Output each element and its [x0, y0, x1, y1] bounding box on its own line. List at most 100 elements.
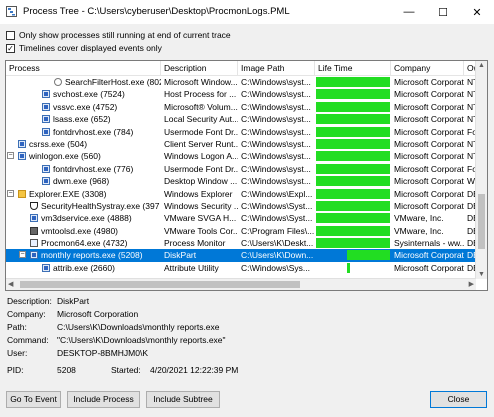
process-icon: [42, 127, 50, 136]
process-cell: fontdrvhost.exe (784): [6, 126, 161, 138]
image-path-cell: C:\Windows\syst...: [241, 89, 311, 100]
process-row[interactable]: vmtoolsd.exe (4980) VMware Tools Cor... C:…: [6, 225, 476, 237]
close-window-button[interactable]: ✕: [460, 0, 494, 24]
process-cell: fontdrvhost.exe (776): [6, 163, 161, 175]
description-cell: Client Server Runt...: [164, 138, 238, 149]
image-path-cell: C:\Users\K\Deskt...: [241, 238, 314, 249]
process-cell: dwm.exe (968): [6, 175, 161, 187]
process-row[interactable]: lsass.exe (652) Local Security Aut... C:\W…: [6, 113, 476, 125]
horizontal-scroll-thumb[interactable]: [20, 281, 300, 288]
process-row[interactable]: SearchFilterHost.exe (8028) Microsoft Win…: [6, 76, 476, 88]
description-cell: VMware SVGA H...: [164, 213, 237, 224]
description-cell: Attribute Utility: [164, 262, 219, 273]
scroll-down-icon[interactable]: ▼: [478, 271, 485, 278]
company-cell: Microsoft Corporat...: [394, 151, 464, 162]
process-row[interactable]: csrss.exe (504) Client Server Runt... C:\W…: [6, 138, 476, 150]
description-cell: Local Security Aut...: [164, 114, 238, 125]
description-cell: Windows Logon A...: [164, 151, 238, 162]
life-time-bar: [316, 188, 390, 199]
process-name: vm3dservice.exe (4888): [41, 213, 132, 224]
process-tree-list[interactable]: Process Description Image Path Life Time…: [5, 60, 488, 291]
pid-label: PID:: [7, 365, 24, 375]
process-name: svchost.exe (7524): [53, 89, 125, 100]
close-button[interactable]: Close: [430, 391, 487, 408]
description-value: DiskPart: [57, 296, 90, 306]
process-cell: vmtoolsd.exe (4980): [6, 225, 161, 237]
search-icon: [54, 78, 62, 86]
process-row[interactable]: vssvc.exe (4752) Microsoft® Volum... C:\Wi…: [6, 101, 476, 113]
company-value: Microsoft Corporation: [57, 309, 139, 319]
timelines-label: Timelines cover displayed events only: [19, 43, 162, 53]
process-name: winlogon.exe (560): [29, 151, 101, 162]
only-running-checkbox[interactable]: [6, 30, 15, 40]
company-cell: VMware, Inc.: [394, 213, 444, 224]
process-row[interactable]: fontdrvhost.exe (784) Usermode Font Dr...…: [6, 126, 476, 138]
company-cell: Microsoft Corporat...: [394, 188, 464, 199]
process-icon: [42, 102, 50, 111]
include-subtree-button[interactable]: Include Subtree: [146, 391, 220, 408]
process-cell: SearchFilterHost.exe (8028): [6, 76, 161, 88]
maximize-icon: ☐: [438, 6, 448, 19]
scroll-up-icon[interactable]: ▲: [478, 62, 485, 69]
life-time-bar: [316, 114, 390, 125]
timelines-option[interactable]: ✓ Timelines cover displayed events only: [6, 43, 162, 53]
scroll-left-icon[interactable]: ◀: [8, 280, 13, 288]
process-row[interactable]: − winlogon.exe (560) Windows Logon A... C:\…: [6, 150, 476, 162]
vertical-scrollbar[interactable]: ▲ ▼: [475, 61, 487, 279]
column-company[interactable]: Company: [391, 61, 464, 75]
shield-icon: [30, 201, 38, 210]
image-path-cell: C:\Windows\Syst...: [241, 213, 313, 224]
life-time-cell: [315, 126, 391, 138]
column-image-path[interactable]: Image Path: [238, 61, 315, 75]
minimize-button[interactable]: —: [392, 0, 426, 24]
collapse-toggle-icon[interactable]: −: [7, 152, 14, 160]
timelines-checkbox[interactable]: ✓: [6, 43, 15, 53]
process-row[interactable]: dwm.exe (968) Desktop Window ... C:\Window…: [6, 175, 476, 187]
process-icon: [42, 177, 50, 186]
process-name: vssvc.exe (4752): [53, 101, 118, 112]
description-cell: Usermode Font Dr...: [164, 163, 238, 174]
process-row[interactable]: fontdrvhost.exe (776) Usermode Font Dr...…: [6, 163, 476, 175]
life-time-cell: [315, 113, 391, 125]
process-name: fontdrvhost.exe (784): [53, 126, 134, 137]
close-icon: ✕: [472, 6, 482, 19]
image-path-cell: C:\Windows\syst...: [241, 114, 311, 125]
image-path-cell: C:\Windows\syst...: [241, 126, 311, 137]
process-row[interactable]: − Explorer.EXE (3308) Windows Explorer C:\W…: [6, 188, 476, 200]
only-running-option[interactable]: Only show processes still running at end…: [6, 30, 231, 40]
pid-value: 5208: [57, 365, 76, 375]
process-row[interactable]: svchost.exe (7524) Host Process for ... C:…: [6, 88, 476, 100]
include-process-button[interactable]: Include Process: [67, 391, 140, 408]
horizontal-scrollbar[interactable]: ◀ ▶: [6, 278, 476, 290]
vertical-scroll-thumb[interactable]: [478, 194, 485, 249]
company-cell: Microsoft Corporat...: [394, 126, 464, 137]
maximize-button[interactable]: ☐: [426, 0, 460, 24]
command-label: Command:: [7, 335, 49, 345]
process-row[interactable]: − monthly reports.exe (5208) DiskPart C:\Us…: [6, 249, 476, 262]
column-description[interactable]: Description: [161, 61, 238, 75]
company-cell: Microsoft Corporat...: [394, 89, 464, 100]
company-cell: Microsoft Corporat...: [394, 77, 464, 87]
column-process[interactable]: Process: [6, 61, 161, 75]
column-life-time[interactable]: Life Time: [315, 61, 391, 75]
user-label: User:: [7, 348, 28, 358]
command-value: "C:\Users\K\Downloads\monthly reports.ex…: [57, 335, 226, 345]
process-row[interactable]: vm3dservice.exe (4888) VMware SVGA H... C:…: [6, 212, 476, 224]
image-path-cell: C:\Windows\Expl...: [241, 188, 313, 199]
process-row[interactable]: SecurityHealthSystray.exe (397 Windows Se…: [6, 200, 476, 212]
process-row[interactable]: attrib.exe (2660) Attribute Utility C:\Win…: [6, 262, 476, 274]
scroll-right-icon[interactable]: ▶: [469, 280, 474, 288]
go-to-event-button[interactable]: Go To Event: [6, 391, 61, 408]
collapse-toggle-icon[interactable]: −: [7, 189, 14, 197]
collapse-toggle-icon[interactable]: −: [19, 251, 26, 259]
company-cell: VMware, Inc.: [394, 225, 444, 236]
process-icon: [42, 90, 50, 99]
image-path-cell: C:\Windows\syst...: [241, 151, 311, 162]
process-row[interactable]: Procmon64.exe (4732) Process Monitor C:\Us…: [6, 237, 476, 249]
image-path-cell: C:\Windows\syst...: [241, 77, 311, 87]
image-path-cell: C:\Windows\Sys...: [241, 262, 310, 273]
process-name: Explorer.EXE (3308): [29, 188, 107, 199]
life-time-cell: [315, 101, 391, 113]
description-cell: DiskPart: [164, 250, 197, 261]
life-time-cell: [315, 138, 391, 150]
